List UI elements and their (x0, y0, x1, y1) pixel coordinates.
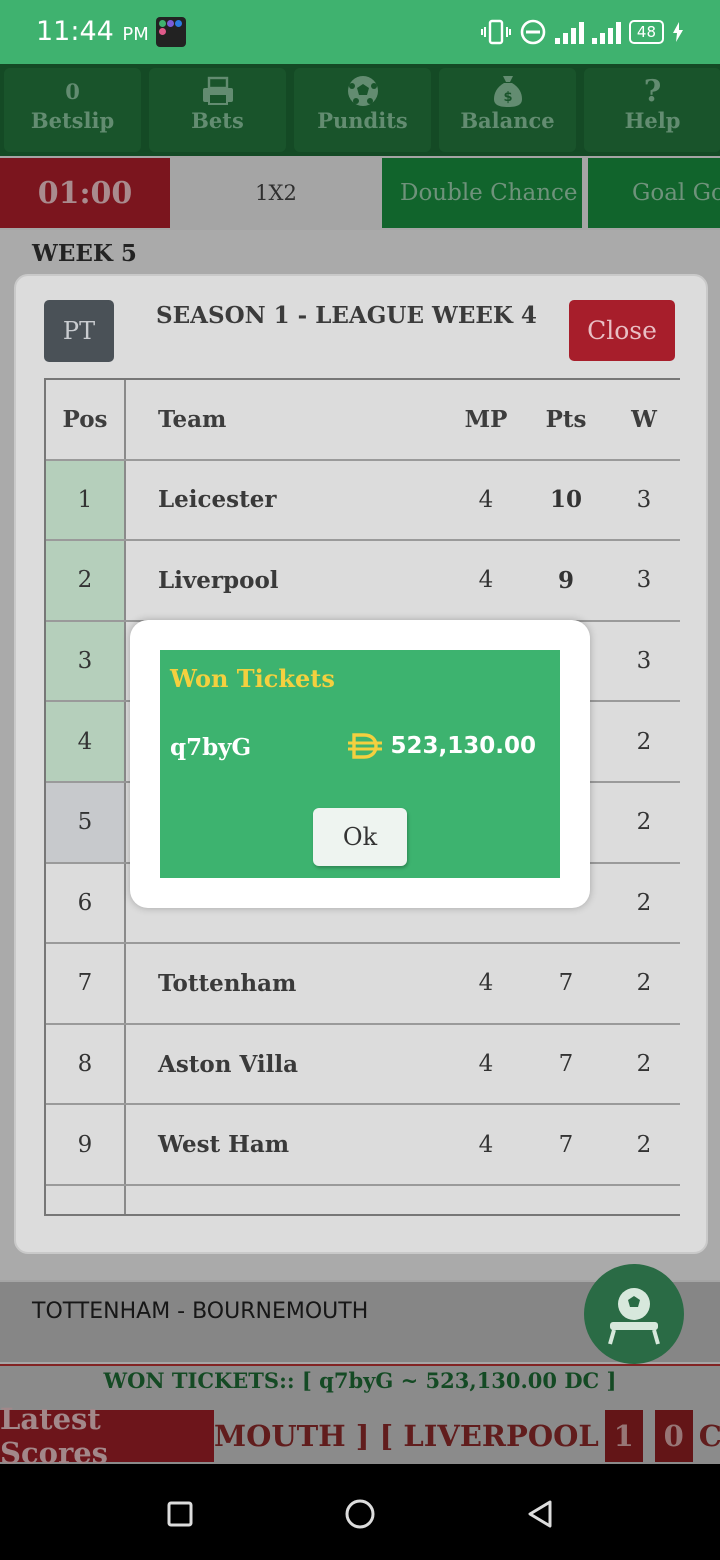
table-row: 7 Tottenham 4 7 2 (46, 944, 680, 1025)
row-team: Aston Villa (158, 1050, 299, 1078)
currency-icon (348, 733, 383, 759)
table-row: 8 Aston Villa 4 7 2 (46, 1024, 680, 1106)
row-mp: 4 (478, 486, 494, 513)
home-button[interactable] (340, 1494, 380, 1534)
row-pts: 7 (558, 1131, 574, 1158)
row-mp: 4 (478, 1131, 494, 1158)
row-w: 2 (636, 1051, 652, 1078)
row-team: Leicester (158, 486, 277, 514)
row-mp: 4 (478, 970, 494, 997)
row-mp: 4 (478, 1051, 494, 1078)
row-pos: 1 (46, 460, 126, 540)
system-icons: 48 (480, 16, 684, 48)
battery-level: 48 (636, 23, 656, 41)
won-title: Won Tickets (170, 664, 335, 693)
charging-icon (673, 22, 683, 42)
header-w: W (631, 405, 657, 433)
dnd-icon (520, 19, 546, 45)
table-row: 1 Leicester 4 10 3 (46, 460, 680, 542)
row-w: 2 (636, 809, 652, 836)
header-pos: Pos (46, 380, 126, 459)
vibrate-icon (480, 19, 511, 45)
won-tickets-dialog: Won Tickets q7byG 523,130.00 Ok (130, 620, 590, 908)
row-pts: 7 (558, 970, 574, 997)
row-pts: 9 (557, 566, 574, 594)
won-amount-value: 523,130.00 (390, 733, 536, 759)
row-team: West Ham (158, 1131, 290, 1159)
signal-icon-2 (591, 20, 621, 44)
row-w: 2 (636, 970, 652, 997)
row-pos: 9 (46, 1105, 126, 1184)
pt-button[interactable]: PT (44, 300, 114, 362)
row-pos: 2 (46, 541, 126, 620)
battery-icon: 48 (628, 20, 664, 44)
clock-ampm: PM (122, 24, 149, 45)
table-row: 2 Liverpool 4 9 3 (46, 541, 680, 622)
recents-icon (167, 1501, 193, 1527)
status-time: 11:44 PM (36, 16, 149, 47)
won-tickets-panel: Won Tickets q7byG 523,130.00 Ok (160, 650, 560, 878)
row-pos: 8 (46, 1024, 126, 1104)
row-pos: 3 (46, 621, 126, 701)
row-pts: 7 (558, 1051, 574, 1078)
system-nav-bar (0, 1464, 720, 1560)
row-pos: 7 (46, 944, 126, 1023)
row-pts: 10 (549, 486, 582, 514)
table-header: Pos Team MP Pts W (46, 380, 680, 461)
stadium-fab-button[interactable] (584, 1264, 684, 1364)
ticket-id: q7byG (170, 734, 252, 761)
header-mp: MP (464, 405, 508, 433)
back-icon (528, 1500, 552, 1528)
modal-title: SEASON 1 - LEAGUE WEEK 4 (156, 302, 537, 329)
row-w: 3 (636, 567, 652, 594)
back-button[interactable] (520, 1494, 560, 1534)
row-w: 3 (636, 648, 652, 675)
notification-icons (156, 17, 186, 47)
row-pos (46, 1185, 126, 1214)
signal-icon-1 (554, 20, 584, 44)
row-w: 2 (636, 889, 652, 916)
row-w: 2 (636, 728, 652, 755)
ok-button[interactable]: Ok (313, 808, 407, 866)
close-button[interactable]: Close (569, 300, 675, 361)
row-team: Liverpool (158, 566, 279, 594)
row-pos: 4 (46, 702, 126, 781)
header-pts: Pts (545, 405, 587, 433)
table-row: 9 West Ham 4 7 2 (46, 1105, 680, 1186)
row-w: 2 (636, 1131, 652, 1158)
row-mp: 4 (478, 567, 494, 594)
recents-button[interactable] (160, 1494, 200, 1534)
header-team: Team (158, 405, 227, 433)
row-pos: 6 (46, 863, 126, 943)
home-icon (345, 1499, 375, 1529)
stadium-icon (608, 1288, 660, 1345)
row-w: 3 (636, 486, 652, 513)
row-team: Tottenham (158, 969, 297, 997)
table-row-partial (46, 1185, 680, 1214)
status-bar: 11:44 PM 48 (0, 0, 720, 64)
row-pos: 5 (46, 782, 126, 862)
won-amount: 523,130.00 (346, 732, 536, 760)
clock-time: 11:44 (36, 16, 114, 47)
